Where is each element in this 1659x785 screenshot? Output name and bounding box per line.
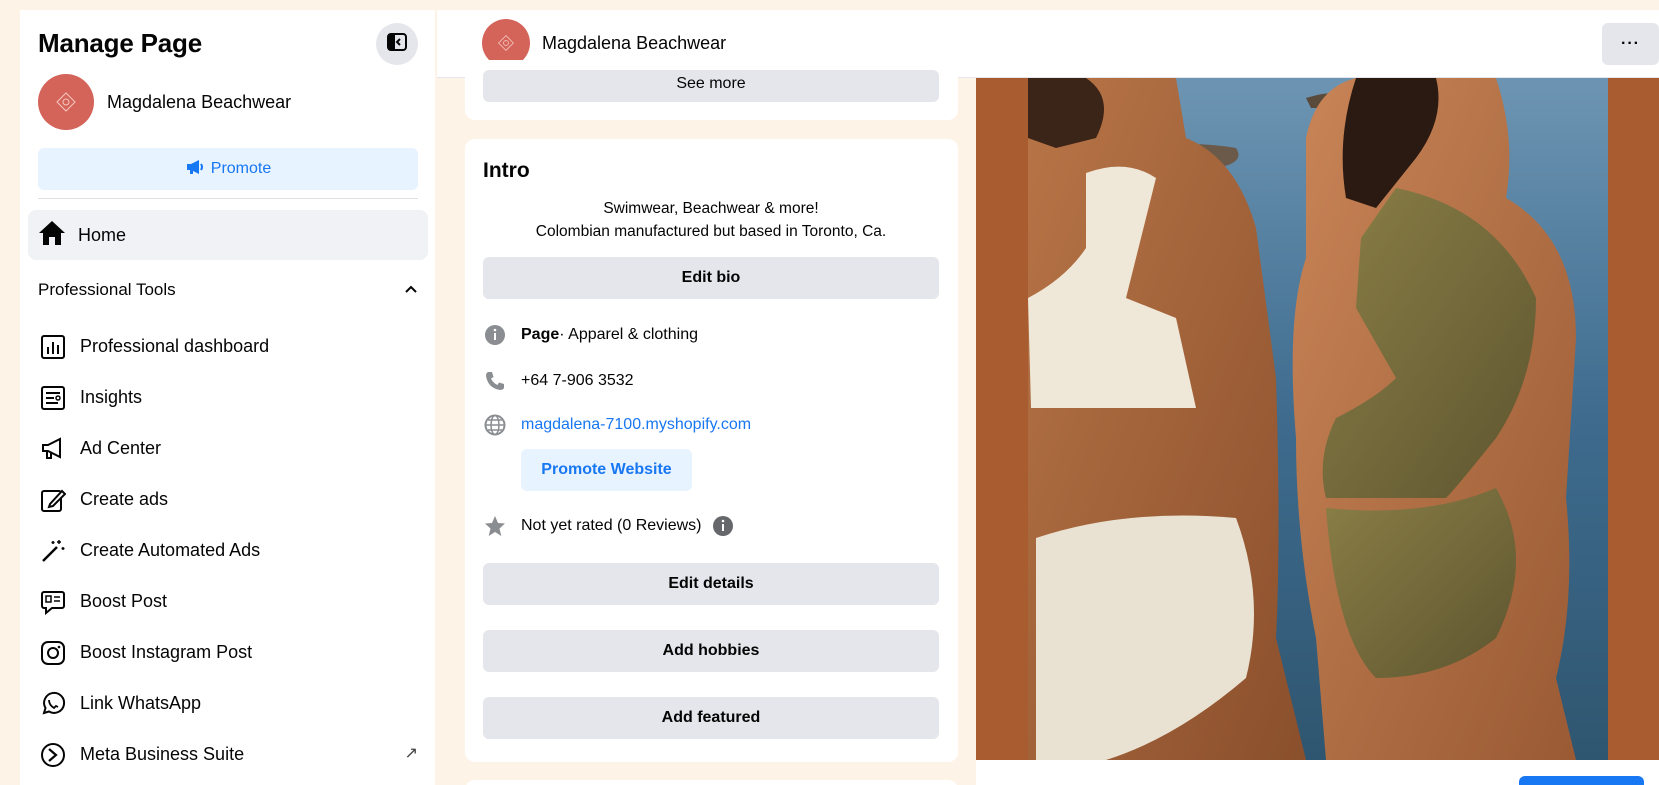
next-card-edge <box>465 780 958 785</box>
whatsapp-icon <box>38 689 68 719</box>
sidebar-divider <box>38 198 418 199</box>
bio-text: Swimwear, Beachwear & more! Colombian ma… <box>483 197 939 243</box>
previous-card: See more <box>465 60 958 120</box>
promote-label: Promote <box>210 160 272 177</box>
professional-tools-title: Professional Tools <box>38 280 176 299</box>
sidebar-item-label: Insights <box>80 387 143 407</box>
sidebar-item-create-automated-ads[interactable]: Create Automated Ads <box>38 525 428 576</box>
external-link-icon: ↗ <box>404 745 418 762</box>
sidebar-item-label: Ad Center <box>80 438 162 458</box>
rating-text: Not yet rated (0 Reviews) <box>521 517 702 534</box>
sidebar-item-ad-center[interactable]: Ad Center <box>38 423 428 474</box>
sidebar-item-label: Professional dashboard <box>80 336 270 356</box>
megaphone-icon <box>185 159 205 180</box>
dashboard-icon <box>38 332 68 362</box>
collapse-panel-icon <box>386 31 408 58</box>
home-icon <box>38 220 66 251</box>
chevron-up-icon <box>404 281 418 299</box>
sidebar-page-profile[interactable]: Magdalena Beachwear <box>38 74 291 130</box>
phone-icon <box>483 369 507 393</box>
sidebar-item-professional-dashboard[interactable]: Professional dashboard <box>38 321 428 372</box>
pencil-icon <box>38 485 68 515</box>
sidebar-item-create-ads[interactable]: Create ads <box>38 474 428 525</box>
phone-row: +64 7-906 3532 <box>483 369 634 393</box>
primary-action-button-edge[interactable] <box>1519 776 1644 785</box>
globe-icon <box>483 413 507 437</box>
star-icon <box>483 514 507 538</box>
bio-line-1: Swimwear, Beachwear & more! <box>603 200 819 217</box>
sidebar-item-label: Link WhatsApp <box>80 693 202 713</box>
collapse-sidebar-button[interactable] <box>376 23 418 65</box>
category-prefix: Page <box>521 326 560 343</box>
sidebar-item-label: Boost Instagram Post <box>80 642 253 662</box>
swimwear-photo-image <box>976 78 1659 760</box>
more-options-button[interactable]: ··· <box>1602 23 1659 65</box>
sidebar-item-label: Create Automated Ads <box>80 540 261 560</box>
boost-post-icon <box>38 587 68 617</box>
insights-icon <box>38 383 68 413</box>
add-featured-button[interactable]: Add featured <box>483 697 939 739</box>
sidebar-item-label: Create ads <box>80 489 169 509</box>
website-row: magdalena-7100.myshopify.com <box>483 413 751 437</box>
edit-details-button[interactable]: Edit details <box>483 563 939 605</box>
edit-bio-button[interactable]: Edit bio <box>483 257 939 299</box>
sidebar-item-link-whatsapp[interactable]: Link WhatsApp <box>38 678 428 729</box>
meta-business-icon <box>38 740 68 770</box>
rating-row: Not yet rated (0 Reviews) <box>483 514 734 538</box>
instagram-icon <box>38 638 68 668</box>
professional-tools-header[interactable]: Professional Tools <box>38 280 418 300</box>
sidebar-item-home-label: Home <box>78 224 127 245</box>
info-icon <box>483 323 507 347</box>
manage-page-sidebar: Manage Page Magdalena Beachwear Promote … <box>20 10 435 785</box>
sidebar-item-insights[interactable]: Insights <box>38 372 428 423</box>
megaphone-icon <box>38 434 68 464</box>
website-link[interactable]: magdalena-7100.myshopify.com <box>521 416 751 434</box>
category-text: · Apparel & clothing <box>559 326 698 343</box>
sidebar-item-label: Boost Post <box>80 591 168 611</box>
sidebar-item-boost-post[interactable]: Boost Post <box>38 576 428 627</box>
sidebar-item-boost-instagram-post[interactable]: Boost Instagram Post <box>38 627 428 678</box>
page-avatar[interactable] <box>38 74 94 130</box>
sidebar-item-meta-business-suite[interactable]: Meta Business Suite ↗ <box>38 729 428 780</box>
featured-photo[interactable] <box>976 78 1659 760</box>
see-more-button[interactable]: See more <box>483 70 939 102</box>
add-hobbies-button[interactable]: Add hobbies <box>483 630 939 672</box>
sidebar-item-label: Meta Business Suite <box>80 744 245 764</box>
phone-number: +64 7-906 3532 <box>521 372 634 389</box>
category-row: Page · Apparel & clothing <box>483 323 698 347</box>
sidebar-page-name: Magdalena Beachwear <box>107 91 292 112</box>
professional-tools-list: Professional dashboard Insights Ad Cente… <box>38 321 428 780</box>
promote-button[interactable]: Promote <box>38 148 418 190</box>
intro-card: Intro Swimwear, Beachwear & more! Colomb… <box>465 139 958 762</box>
sidebar-item-home[interactable]: Home <box>28 210 428 260</box>
promote-website-button[interactable]: Promote Website <box>521 449 692 491</box>
intro-title: Intro <box>483 159 530 182</box>
header-page-name: Magdalena Beachwear <box>542 32 727 53</box>
rating-info-icon[interactable] <box>712 515 734 537</box>
sidebar-title: Manage Page <box>38 28 202 58</box>
bio-line-2: Colombian manufactured but based in Toro… <box>535 223 887 240</box>
magic-wand-icon <box>38 536 68 566</box>
